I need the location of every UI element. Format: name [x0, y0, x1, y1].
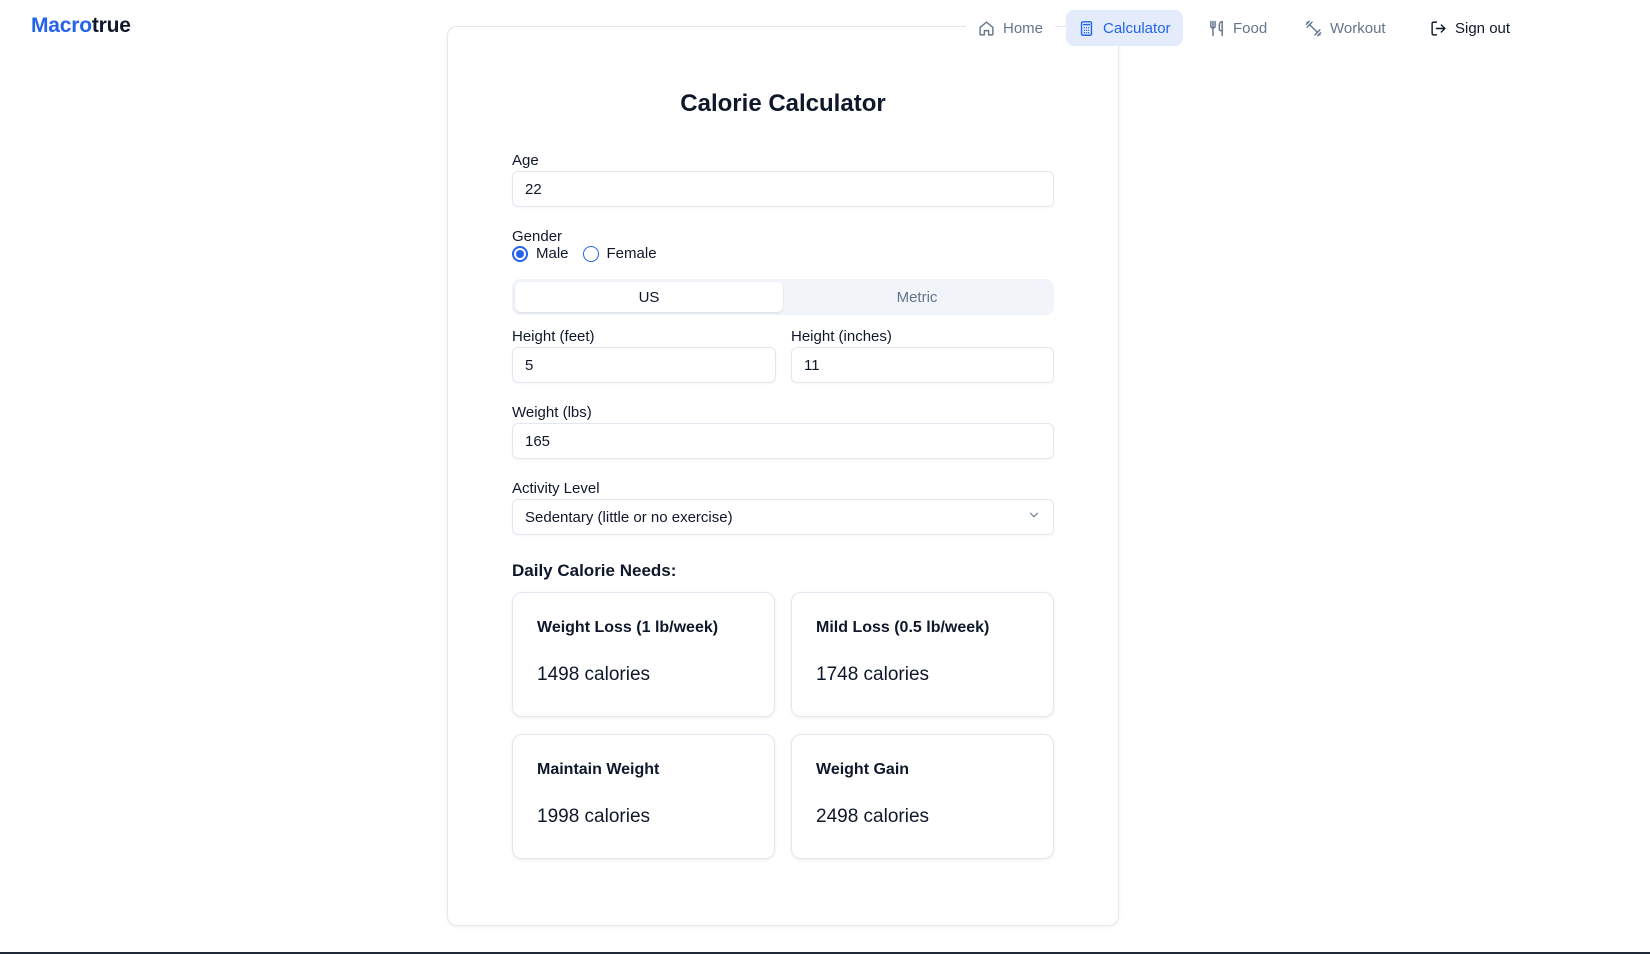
female-radio[interactable]: [582, 245, 599, 262]
gender-radio-group: Male Female: [512, 245, 671, 262]
age-label: Age: [512, 152, 539, 169]
weight-label: Weight (lbs): [512, 404, 592, 421]
result-value: 1498 calories: [537, 664, 651, 685]
dumbbell-icon: [1305, 20, 1322, 37]
result-value: 2498 calories: [816, 806, 930, 827]
result-value: 1998 calories: [537, 806, 651, 827]
home-icon: [978, 20, 995, 37]
result-title: Maintain Weight: [537, 761, 660, 778]
nav-workout-label: Workout: [1330, 19, 1386, 37]
activity-label: Activity Level: [512, 480, 600, 497]
nav-home-label: Home: [1003, 19, 1044, 37]
result-card: Maintain Weight 1998 calories: [512, 734, 775, 859]
calculator-icon: [1078, 20, 1095, 37]
gender-female-option[interactable]: Female: [582, 245, 657, 262]
nav-calculator[interactable]: Calculator: [1066, 10, 1183, 46]
weight-input[interactable]: [512, 423, 1054, 459]
result-card: Weight Gain 2498 calories: [791, 734, 1054, 859]
nav-food[interactable]: Food: [1196, 10, 1280, 46]
height-feet-input[interactable]: [512, 347, 776, 383]
result-value: 1748 calories: [816, 664, 930, 685]
result-card: Weight Loss (1 lb/week) 1498 calories: [512, 592, 775, 717]
male-radio[interactable]: [512, 245, 528, 262]
chevron-down-icon: [1027, 508, 1041, 526]
gender-label: Gender: [512, 228, 563, 245]
page-title: Calorie Calculator: [680, 90, 886, 117]
brand-logo[interactable]: Macrotrue: [31, 14, 131, 38]
height-inches-label: Height (inches): [791, 328, 892, 345]
female-label: Female: [606, 245, 657, 262]
unit-us-tab[interactable]: US: [515, 282, 783, 312]
nav-signout-label: Sign out: [1455, 19, 1511, 37]
male-label: Male: [536, 245, 569, 262]
height-feet-label: Height (feet): [512, 328, 595, 345]
unit-metric-tab[interactable]: Metric: [783, 282, 1051, 312]
gender-male-option[interactable]: Male: [512, 245, 569, 262]
unit-toggle: US Metric: [512, 279, 1054, 315]
brand-part-1: Macro: [31, 14, 92, 37]
age-input[interactable]: [512, 171, 1054, 207]
brand-part-2: true: [91, 14, 131, 37]
result-title: Mild Loss (0.5 lb/week): [816, 619, 990, 636]
nav-workout[interactable]: Workout: [1293, 10, 1398, 46]
page: Macrotrue Home Calculator Food Workout S…: [0, 0, 1650, 954]
activity-select[interactable]: Sedentary (little or no exercise): [512, 499, 1054, 535]
result-title: Weight Gain: [816, 761, 910, 778]
result-card: Mild Loss (0.5 lb/week) 1748 calories: [791, 592, 1054, 717]
nav-signout[interactable]: Sign out: [1418, 10, 1523, 46]
nav-food-label: Food: [1233, 19, 1268, 37]
result-title: Weight Loss (1 lb/week): [537, 619, 719, 636]
logout-icon: [1430, 20, 1447, 37]
nav-calculator-label: Calculator: [1103, 19, 1171, 37]
activity-value: Sedentary (little or no exercise): [525, 508, 733, 526]
results-title: Daily Calorie Needs:: [512, 561, 677, 580]
nav-home[interactable]: Home: [966, 10, 1056, 46]
utensils-icon: [1208, 20, 1225, 37]
height-inches-input[interactable]: [791, 347, 1054, 383]
